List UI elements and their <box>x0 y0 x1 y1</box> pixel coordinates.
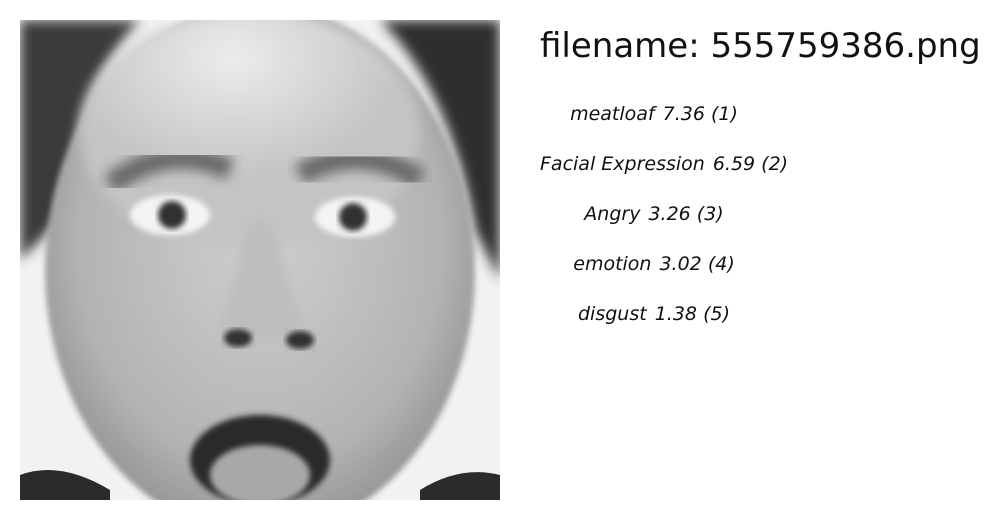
prediction-score: 6.59 <box>712 153 756 175</box>
prediction-rank: (3) <box>696 203 724 225</box>
prediction-rank: (5) <box>703 303 730 325</box>
prediction-label: disgust <box>578 303 647 325</box>
prediction-row: Facial Expression 6.59 (2) <box>540 151 788 177</box>
filename-value: 555759386.png <box>710 26 981 66</box>
prediction-rank: (4) <box>707 253 735 275</box>
prediction-row: emotion 3.02 (4) <box>540 251 768 277</box>
prediction-label: emotion <box>573 253 652 275</box>
prediction-row: disgust 1.38 (5) <box>540 301 768 327</box>
prediction-score: 3.02 <box>659 253 702 275</box>
prediction-score: 1.38 <box>654 303 698 325</box>
face-photo <box>20 20 500 500</box>
filename-title: filename: 555759386.png <box>540 24 981 68</box>
prediction-label: Angry <box>584 203 641 225</box>
prediction-rank: (2) <box>761 153 789 175</box>
prediction-score: 3.26 <box>648 203 691 225</box>
prediction-rank: (1) <box>710 103 738 125</box>
prediction-label: Facial Expression <box>540 153 705 175</box>
face-image <box>20 20 500 500</box>
prediction-label: meatloaf <box>570 103 655 125</box>
filename-prefix: filename: <box>540 26 700 66</box>
prediction-row: Angry 3.26 (3) <box>540 201 768 227</box>
prediction-row: meatloaf 7.36 (1) <box>540 101 768 127</box>
prediction-score: 7.36 <box>662 103 705 125</box>
